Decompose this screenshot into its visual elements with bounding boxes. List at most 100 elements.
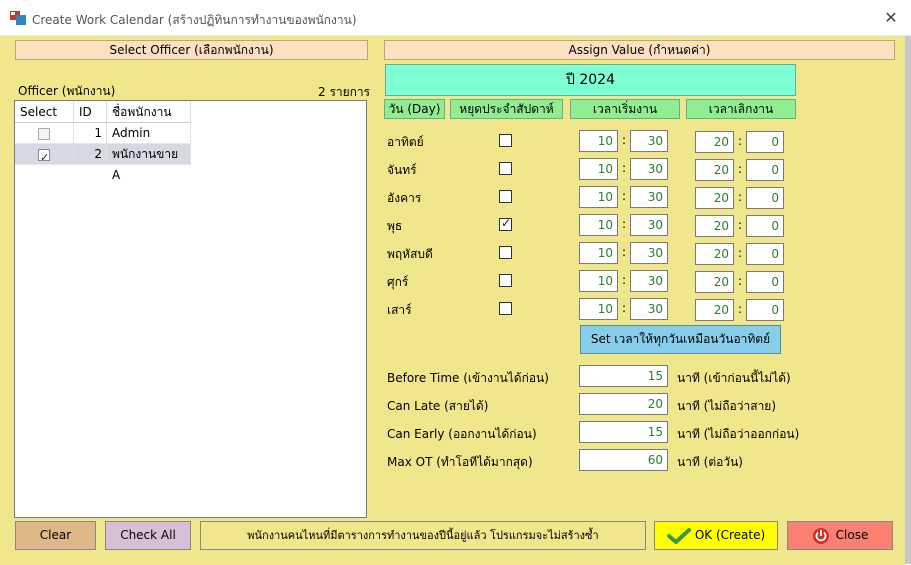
time-colon: :	[622, 301, 627, 315]
time-colon: :	[738, 190, 743, 204]
start-minute-input[interactable]: 30	[630, 130, 668, 152]
ok-create-button[interactable]: OK (Create)	[654, 521, 778, 550]
officer-grid[interactable]: Select ID ชื่อพนักงาน 1 Admin 2 พนักงานข…	[14, 100, 367, 518]
row-id: 2	[74, 144, 107, 165]
setting-value-input[interactable]: 20	[579, 393, 668, 415]
close-button[interactable]: Close	[787, 521, 893, 550]
setting-value-input[interactable]: 15	[579, 421, 668, 443]
time-colon: :	[622, 245, 627, 259]
time-colon: :	[738, 162, 743, 176]
col-end-header: เวลาเลิกงาน	[686, 99, 796, 119]
end-minute-input[interactable]: 0	[746, 299, 784, 321]
ok-create-label: OK (Create)	[694, 528, 766, 542]
day-label: จันทร์	[387, 163, 417, 177]
start-hour-input[interactable]: 10	[579, 242, 618, 264]
col-id[interactable]: ID	[74, 101, 107, 123]
holiday-checkbox[interactable]	[499, 246, 512, 259]
start-minute-input[interactable]: 30	[630, 158, 668, 180]
setting-label: Can Early (ออกงานได้ก่อน)	[387, 427, 537, 441]
end-minute-input[interactable]: 0	[746, 131, 784, 153]
holiday-checkbox[interactable]	[499, 216, 512, 231]
end-minute-input[interactable]: 0	[746, 159, 784, 181]
start-minute-input[interactable]: 30	[630, 270, 668, 292]
app-icon	[10, 11, 26, 25]
setting-unit: นาที (ไม่ถือว่าสาย)	[677, 399, 777, 413]
holiday-checkbox[interactable]	[499, 302, 512, 315]
grid-header: Select ID ชื่อพนักงาน	[15, 101, 191, 123]
end-hour-input[interactable]: 20	[695, 131, 734, 153]
end-hour-input[interactable]: 20	[695, 215, 734, 237]
end-hour-input[interactable]: 20	[695, 243, 734, 265]
end-hour-input[interactable]: 20	[695, 299, 734, 321]
table-row[interactable]: 2 พนักงานขาย A	[15, 144, 191, 182]
year-label: ปี 2024	[385, 64, 796, 96]
time-colon: :	[738, 218, 743, 232]
time-colon: :	[738, 134, 743, 148]
col-holiday-header: หยุดประจำสัปดาห์	[450, 99, 563, 119]
row-select-checkbox[interactable]	[38, 147, 50, 168]
day-label: อาทิตย์	[387, 135, 424, 149]
start-hour-input[interactable]: 10	[579, 130, 618, 152]
end-minute-input[interactable]: 0	[746, 215, 784, 237]
holiday-checkbox[interactable]	[499, 190, 512, 203]
holiday-checkbox[interactable]	[499, 134, 512, 147]
start-hour-input[interactable]: 10	[579, 270, 618, 292]
end-minute-input[interactable]: 0	[746, 271, 784, 293]
check-icon	[666, 527, 691, 545]
time-colon: :	[738, 246, 743, 260]
time-colon: :	[622, 189, 627, 203]
start-minute-input[interactable]: 30	[630, 186, 668, 208]
start-hour-input[interactable]: 10	[579, 158, 618, 180]
end-hour-input[interactable]: 20	[695, 187, 734, 209]
select-officer-header: Select Officer (เลือกพนักงาน)	[15, 40, 368, 60]
start-minute-input[interactable]: 30	[630, 242, 668, 264]
end-hour-input[interactable]: 20	[695, 159, 734, 181]
col-start-header: เวลาเริ่มงาน	[570, 99, 680, 119]
start-hour-input[interactable]: 10	[579, 298, 618, 320]
row-name: พนักงานขาย A	[107, 144, 191, 182]
clear-button[interactable]: Clear	[15, 521, 96, 550]
start-minute-input[interactable]: 30	[630, 214, 668, 236]
start-minute-input[interactable]: 30	[630, 298, 668, 320]
row-name: Admin	[107, 123, 191, 144]
power-icon	[812, 527, 829, 544]
title-bar: Create Work Calendar (สร้างปฏิทินการทำงา…	[0, 0, 911, 36]
window-edge	[905, 36, 911, 564]
col-day-header: วัน (Day)	[384, 99, 445, 119]
time-colon: :	[622, 161, 627, 175]
time-colon: :	[738, 302, 743, 316]
time-colon: :	[738, 274, 743, 288]
end-minute-input[interactable]: 0	[746, 243, 784, 265]
day-label: อังคาร	[387, 191, 422, 205]
setting-unit: นาที (ต่อวัน)	[677, 455, 743, 469]
col-name[interactable]: ชื่อพนักงาน	[107, 101, 191, 123]
col-select[interactable]: Select	[15, 101, 74, 123]
setting-value-input[interactable]: 15	[579, 365, 668, 387]
holiday-checkbox[interactable]	[499, 162, 512, 175]
day-label: พฤหัสบดี	[387, 247, 433, 261]
day-label: พุธ	[387, 219, 403, 233]
row-id: 1	[74, 123, 107, 144]
window-close-icon[interactable]: ✕	[881, 8, 901, 28]
set-all-days-button[interactable]: Set เวลาให้ทุกวันเหมือนวันอาทิตย์	[580, 325, 781, 354]
close-label: Close	[835, 528, 869, 542]
setting-label: Before Time (เข้างานได้ก่อน)	[387, 371, 549, 385]
setting-value-input[interactable]: 60	[579, 449, 668, 471]
start-hour-input[interactable]: 10	[579, 214, 618, 236]
table-row[interactable]: 1 Admin	[15, 123, 191, 144]
officer-label: Officer (พนักงาน)	[18, 84, 116, 98]
end-hour-input[interactable]: 20	[695, 271, 734, 293]
day-label: เสาร์	[387, 303, 412, 317]
holiday-checkbox[interactable]	[499, 274, 512, 287]
check-all-button[interactable]: Check All	[105, 521, 191, 550]
setting-label: Max OT (ทำโอทีได้มากสุด)	[387, 455, 533, 469]
window-title: Create Work Calendar (สร้างปฏิทินการทำงา…	[32, 13, 357, 27]
assign-value-header: Assign Value (กำหนดค่า)	[384, 40, 895, 60]
start-hour-input[interactable]: 10	[579, 186, 618, 208]
end-minute-input[interactable]: 0	[746, 187, 784, 209]
setting-unit: นาที (ไม่ถือว่าออกก่อน)	[677, 427, 800, 441]
row-select-checkbox[interactable]	[38, 127, 50, 140]
time-colon: :	[622, 133, 627, 147]
time-colon: :	[622, 273, 627, 287]
setting-unit: นาที (เข้าก่อนนี้ไม่ได้)	[677, 371, 791, 385]
